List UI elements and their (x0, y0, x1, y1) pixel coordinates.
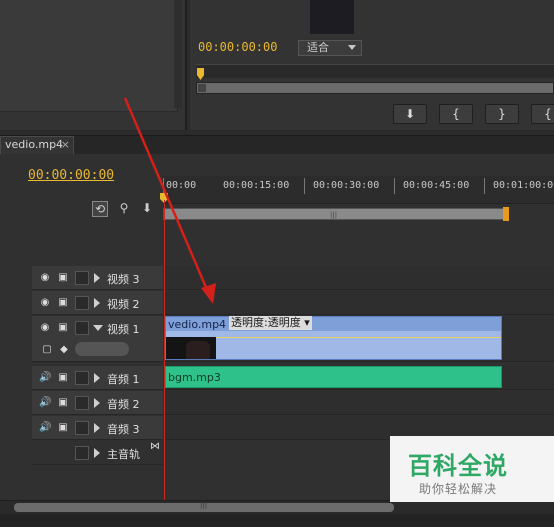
program-zoom-handle[interactable] (198, 84, 206, 92)
expand-icon[interactable] (94, 423, 100, 433)
track-header-video1[interactable]: ◉ ▣ 视频 1 ▢ ◆ (32, 316, 163, 362)
track-lane-video3[interactable] (165, 266, 554, 290)
collapse-icon[interactable] (93, 325, 103, 331)
film-icon[interactable]: ▣ (57, 272, 69, 284)
ruler-tick (163, 178, 164, 194)
ruler-tick (304, 178, 305, 194)
source-monitor-panel (0, 0, 187, 130)
ruler-label: 00:00 (166, 180, 197, 191)
timeline-tab-bar (0, 135, 554, 154)
speaker-icon[interactable]: 🔊 (39, 397, 51, 409)
chevron-down-icon: ▾ (300, 316, 310, 329)
opacity-dropdown[interactable]: 透明度:透明度 ▾ (229, 316, 312, 330)
track-name: 音频 3 (107, 423, 140, 436)
keyframe-navigator[interactable] (75, 342, 129, 356)
zoom-fit-label: 适合 (307, 41, 329, 54)
playhead-line[interactable] (164, 200, 165, 500)
track-lane-audio2[interactable] (165, 391, 554, 415)
film-icon[interactable]: ▣ (57, 397, 69, 409)
eye-icon[interactable]: ◉ (39, 322, 51, 334)
watermark-title: 百科全说 (408, 452, 508, 480)
video-clip-name: vedio.mp4 (168, 318, 227, 331)
track-name: 视频 1 (107, 323, 140, 336)
mark-out-button[interactable]: } (485, 104, 519, 124)
ruler-label: 00:00:15:00 (223, 180, 290, 191)
grip-icon: ||| (330, 211, 338, 219)
bowtie-icon: ⋈ (150, 441, 160, 452)
go-to-in-button[interactable]: { (531, 104, 554, 124)
status-strip (0, 514, 554, 527)
track-name: 视频 3 (107, 273, 140, 286)
set-marker-icon[interactable]: ⚲ (117, 201, 131, 215)
track-lane-video2[interactable] (165, 291, 554, 315)
display-style-icon[interactable]: ▢ (41, 344, 53, 356)
work-area-bar[interactable]: ||| (163, 208, 509, 220)
program-timecode[interactable]: 00:00:00:00 (198, 40, 277, 54)
track-header-video2[interactable]: ◉ ▣ 视频 2 (32, 291, 163, 315)
eye-icon[interactable]: ◉ (39, 272, 51, 284)
lock-toggle[interactable] (75, 446, 89, 460)
eye-icon[interactable]: ◉ (39, 297, 51, 309)
ruler-label: 00:00:30:00 (313, 180, 380, 191)
hscroll-thumb[interactable]: ||| (14, 501, 394, 512)
track-header-video3[interactable]: ◉ ▣ 视频 3 (32, 266, 163, 290)
track-header-master[interactable]: 主音轨 ⋈ (32, 441, 163, 465)
ruler-label: 00:00:45:00 (403, 180, 470, 191)
track-header-audio2[interactable]: 🔊 ▣ 音频 2 (32, 391, 163, 415)
lock-toggle[interactable] (75, 396, 89, 410)
close-icon[interactable]: × (61, 137, 70, 153)
speaker-icon[interactable]: 🔊 (39, 372, 51, 384)
work-area-end-handle[interactable] (503, 207, 509, 221)
clip-thumbnail-figure (186, 341, 210, 359)
ruler-tick (484, 178, 485, 194)
tab-sequence[interactable]: vedio.mp4 × (0, 136, 74, 154)
marker-icon[interactable]: ⬇ (140, 201, 154, 215)
speaker-icon[interactable]: 🔊 (39, 422, 51, 434)
expand-icon[interactable] (94, 273, 100, 283)
keyframe-icon[interactable]: ◆ (58, 344, 70, 356)
expand-icon[interactable] (94, 398, 100, 408)
program-zoom-bar[interactable] (196, 82, 554, 94)
expand-icon[interactable] (94, 373, 100, 383)
grip-icon: ||| (200, 501, 208, 509)
lock-toggle[interactable] (75, 296, 89, 310)
watermark-subtitle: 助你轻松解决 (418, 482, 497, 496)
ruler-label: 00:01:00:00 (493, 180, 554, 191)
zoom-fit-select[interactable]: 适合 (298, 40, 362, 56)
film-icon[interactable]: ▣ (57, 297, 69, 309)
lock-toggle[interactable] (75, 371, 89, 385)
track-name: 音频 2 (107, 398, 140, 411)
source-scrollbar[interactable] (174, 0, 182, 108)
audio-clip-name: bgm.mp3 (168, 371, 221, 384)
expand-icon[interactable] (94, 448, 100, 458)
lock-toggle[interactable] (75, 321, 89, 335)
lock-toggle[interactable] (75, 421, 89, 435)
film-icon[interactable]: ▣ (57, 322, 69, 334)
track-name: 音频 1 (107, 373, 140, 386)
ruler-tick (394, 178, 395, 194)
chevron-down-icon (348, 45, 356, 50)
film-icon[interactable]: ▣ (57, 372, 69, 384)
program-video-frame (310, 0, 354, 34)
track-header-audio1[interactable]: 🔊 ▣ 音频 1 (32, 366, 163, 390)
add-marker-button[interactable]: ⬇ (393, 104, 427, 124)
track-name: 视频 2 (107, 298, 140, 311)
track-name: 主音轨 (107, 448, 140, 461)
snap-icon[interactable]: ⟲ (92, 201, 108, 217)
lock-toggle[interactable] (75, 271, 89, 285)
film-icon[interactable]: ▣ (57, 422, 69, 434)
opacity-rubber-band[interactable] (166, 337, 501, 338)
expand-icon[interactable] (94, 298, 100, 308)
timeline-timecode[interactable]: 00:00:00:00 (28, 168, 114, 183)
mark-in-button[interactable]: { (439, 104, 473, 124)
source-monitor-view (0, 0, 178, 112)
tab-label: vedio.mp4 (5, 138, 64, 151)
program-time-ruler[interactable] (196, 64, 554, 78)
track-header-audio3[interactable]: 🔊 ▣ 音频 3 (32, 416, 163, 440)
